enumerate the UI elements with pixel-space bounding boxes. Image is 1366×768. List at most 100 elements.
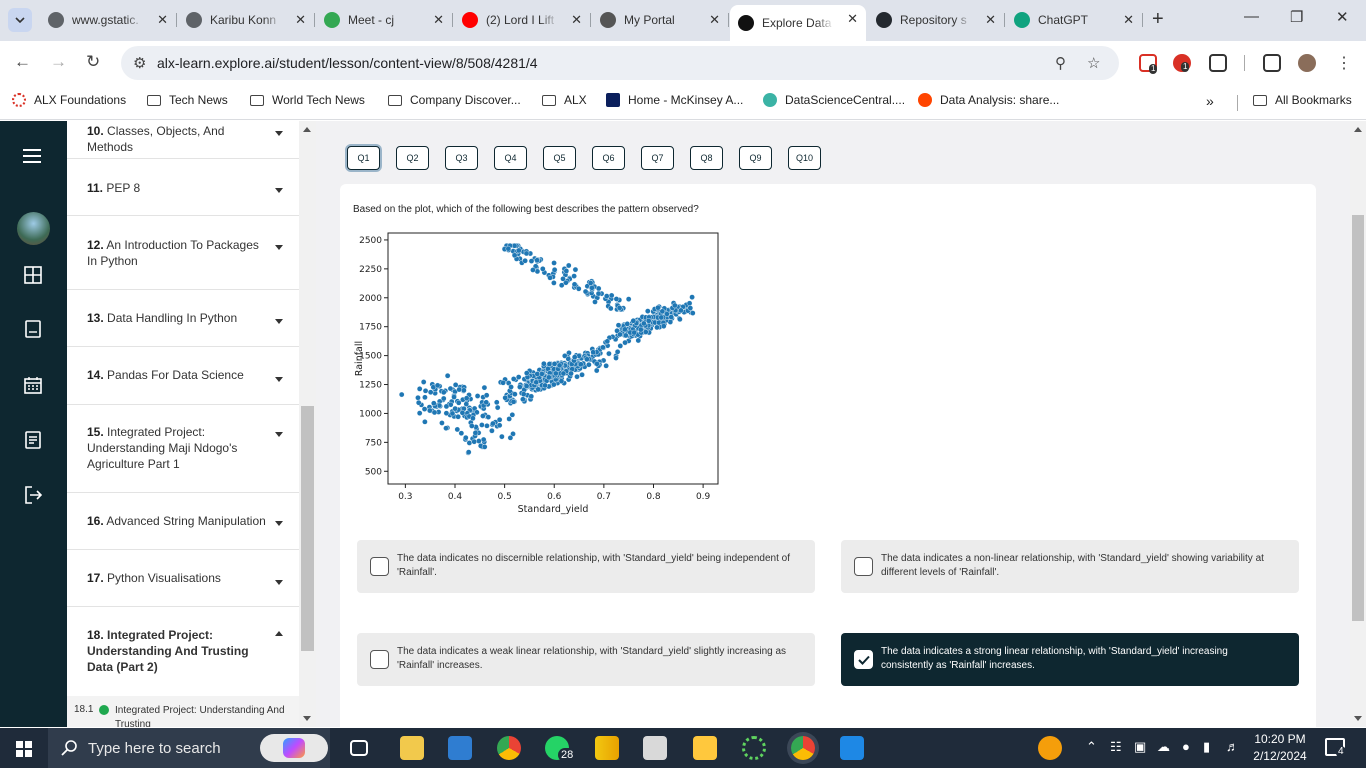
powerbi-icon[interactable]: [595, 736, 619, 760]
scroll-down-arrow[interactable]: [303, 716, 311, 721]
chevron-down-icon[interactable]: [275, 319, 283, 324]
profile-avatar[interactable]: [1298, 54, 1316, 72]
question-tab-q10[interactable]: Q10: [788, 146, 821, 170]
browser-tab[interactable]: Meet - cj ✕: [316, 6, 453, 34]
menu-icon[interactable]: [23, 148, 41, 166]
lesson-item-14[interactable]: 14. Pandas For Data Science: [67, 347, 299, 405]
bookmark-data-analysis[interactable]: Data Analysis: share...: [918, 93, 1059, 107]
url-text[interactable]: alx-learn.explore.ai/student/lesson/cont…: [157, 55, 538, 71]
site-settings-icon[interactable]: ⚙: [133, 54, 146, 72]
browser-tab[interactable]: (2) Lord I Lift ✕: [454, 6, 591, 34]
browser-tab[interactable]: Repository s ✕: [868, 6, 1005, 34]
lesson-item-12[interactable]: 12. An Introduction To Packages In Pytho…: [67, 216, 299, 290]
question-tab-q2[interactable]: Q2: [396, 146, 429, 170]
wifi-icon[interactable]: ☷: [1110, 739, 1122, 755]
lesson-item-18[interactable]: 18. Integrated Project: Understanding An…: [67, 607, 299, 697]
browser-tab[interactable]: www.gstatic. ✕: [40, 6, 177, 34]
question-tab-q5[interactable]: Q5: [543, 146, 576, 170]
answer-option-4[interactable]: The data indicates a strong linear relat…: [841, 633, 1299, 686]
close-tab-icon[interactable]: ✕: [157, 12, 168, 28]
taskbar-search[interactable]: Type here to search: [48, 728, 330, 768]
meet-now-icon[interactable]: ▣: [1134, 739, 1146, 755]
close-tab-icon[interactable]: ✕: [1123, 12, 1134, 28]
close-window-button[interactable]: ✕: [1336, 8, 1349, 26]
option-checkbox[interactable]: [370, 557, 389, 576]
browser-tab[interactable]: Karibu Konn ✕: [178, 6, 315, 34]
chrome-icon[interactable]: [497, 736, 521, 760]
lesson-item-16[interactable]: 16. Advanced String Manipulation: [67, 493, 299, 550]
scroll-up-arrow[interactable]: [1354, 127, 1362, 132]
answer-option-2[interactable]: The data indicates a non-linear relation…: [841, 540, 1299, 593]
menu-dots-icon[interactable]: ⋮: [1336, 53, 1352, 73]
lesson-item-13[interactable]: 13. Data Handling In Python: [67, 290, 299, 347]
folder-app-icon[interactable]: [693, 736, 717, 760]
app-circle-icon[interactable]: [742, 736, 766, 760]
close-tab-icon[interactable]: ✕: [295, 12, 306, 28]
question-tab-q7[interactable]: Q7: [641, 146, 674, 170]
close-tab-icon[interactable]: ✕: [985, 12, 996, 28]
question-tab-q3[interactable]: Q3: [445, 146, 478, 170]
zoom-search-icon[interactable]: ⚲: [1055, 54, 1066, 72]
windows-start-icon[interactable]: [16, 741, 32, 757]
forward-button[interactable]: →: [50, 52, 67, 72]
close-tab-icon[interactable]: ✕: [847, 11, 858, 27]
lesson-item-10[interactable]: 10. Classes, Objects, And Methods: [67, 121, 299, 159]
scrollbar-thumb[interactable]: [301, 406, 314, 651]
scrollbar-thumb[interactable]: [1352, 215, 1364, 621]
vscode-icon[interactable]: [840, 736, 864, 760]
chrome-profile-icon[interactable]: [791, 736, 815, 760]
close-tab-icon[interactable]: ✕: [571, 12, 582, 28]
file-explorer-icon[interactable]: [400, 736, 424, 760]
restore-button[interactable]: ❐: [1290, 8, 1303, 26]
logout-icon[interactable]: [24, 486, 42, 504]
option-checkbox[interactable]: [370, 650, 389, 669]
more-bookmarks-chevron[interactable]: »: [1206, 93, 1214, 109]
close-tab-icon[interactable]: ✕: [709, 12, 720, 28]
chevron-down-icon[interactable]: [275, 188, 283, 193]
clock[interactable]: 10:20 PM 2/12/2024: [1252, 731, 1308, 765]
bookmark-tech-news[interactable]: Tech News: [147, 93, 228, 107]
book-icon[interactable]: [24, 320, 42, 338]
option-checkbox[interactable]: [854, 650, 873, 669]
bookmark-alx[interactable]: ALX: [542, 93, 587, 107]
question-tab-q4[interactable]: Q4: [494, 146, 527, 170]
weather-icon[interactable]: [1038, 736, 1062, 760]
chevron-down-icon[interactable]: [275, 432, 283, 437]
extension-icon[interactable]: 1: [1139, 54, 1158, 74]
answer-option-3[interactable]: The data indicates a weak linear relatio…: [357, 633, 815, 686]
chevron-down-icon[interactable]: [275, 580, 283, 585]
lesson-item-11[interactable]: 11. PEP 8: [67, 159, 299, 216]
extensions-puzzle-icon[interactable]: [1209, 54, 1227, 72]
lesson-item-17[interactable]: 17. Python Visualisations: [67, 550, 299, 607]
all-bookmarks-button[interactable]: All Bookmarks: [1253, 93, 1352, 107]
browser-tab[interactable]: My Portal ✕: [592, 6, 729, 34]
dashboard-icon[interactable]: [24, 266, 42, 284]
question-tab-q8[interactable]: Q8: [690, 146, 723, 170]
question-tab-q6[interactable]: Q6: [592, 146, 625, 170]
question-tab-q9[interactable]: Q9: [739, 146, 772, 170]
lessons-scrollbar[interactable]: [299, 121, 316, 727]
microphone-icon[interactable]: ●: [1182, 739, 1190, 754]
sublesson-item[interactable]: 18.1 Integrated Project: Understanding A…: [67, 696, 299, 727]
extension-icon[interactable]: 1: [1173, 54, 1191, 72]
browser-tab[interactable]: ChatGPT ✕: [1006, 6, 1143, 34]
close-tab-icon[interactable]: ✕: [433, 12, 444, 28]
ms-store-icon[interactable]: [448, 736, 472, 760]
scroll-up-arrow[interactable]: [303, 127, 311, 132]
question-tab-q1[interactable]: Q1: [347, 146, 380, 170]
minimize-button[interactable]: —: [1244, 8, 1259, 25]
scroll-down-arrow[interactable]: [1354, 716, 1362, 721]
chevron-down-icon[interactable]: [275, 245, 283, 250]
bookmark-star-icon[interactable]: ☆: [1087, 54, 1100, 72]
calendar-icon[interactable]: [24, 376, 42, 394]
answer-option-1[interactable]: The data indicates no discernible relati…: [357, 540, 815, 593]
page-scrollbar[interactable]: [1350, 121, 1366, 727]
bookmark-company-discover[interactable]: Company Discover...: [388, 93, 521, 107]
show-hidden-icons-chevron[interactable]: ⌃: [1086, 739, 1097, 755]
browser-tab[interactable]: Explore Data ✕: [730, 5, 866, 41]
tab-search-button[interactable]: [8, 8, 32, 32]
avatar[interactable]: [17, 212, 50, 245]
copilot-badge[interactable]: [260, 734, 328, 762]
bookmark-alx-foundations[interactable]: ALX Foundations: [12, 93, 126, 107]
chevron-down-icon[interactable]: [275, 521, 283, 526]
